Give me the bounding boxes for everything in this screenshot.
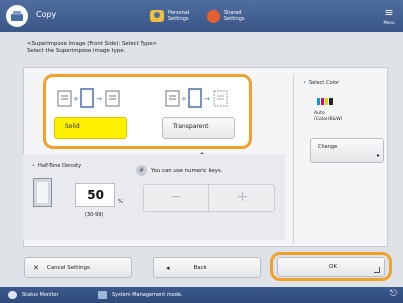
- back-label: Back: [193, 264, 207, 271]
- close-icon: ✕: [33, 263, 39, 272]
- personal-settings-label: Personal Settings: [168, 10, 190, 22]
- solid-button[interactable]: Solid: [54, 117, 127, 139]
- status-bar: Status Monitor System Management mode. ⎋: [0, 287, 403, 303]
- density-value-field[interactable]: 50: [75, 183, 115, 207]
- chevron-right-icon: ▸: [376, 152, 380, 159]
- menu-button[interactable]: ≡ Menu: [375, 0, 403, 32]
- color-mode-icon: [317, 98, 333, 105]
- change-color-label: Change: [318, 144, 338, 150]
- shared-settings-icon: [207, 9, 220, 23]
- select-color-label: Select Color: [303, 80, 339, 86]
- shared-settings-button[interactable]: Shared Settings: [207, 6, 246, 26]
- status-monitor-button[interactable]: Status Monitor: [8, 291, 59, 299]
- solid-diagram-icon: + →: [57, 88, 120, 108]
- svg-text:+: +: [181, 95, 187, 103]
- numeric-keys-hint: # You can use numeric keys.: [136, 165, 222, 176]
- transparent-type-option[interactable]: + → Transparent: [162, 83, 235, 141]
- numeric-keys-hint-text: You can use numeric keys.: [151, 167, 223, 174]
- ok-label: OK: [329, 264, 337, 270]
- personal-settings-icon: [150, 10, 164, 22]
- logout-icon[interactable]: ⎋: [390, 289, 397, 299]
- system-mode-indicator: System Management mode.: [98, 291, 183, 299]
- select-color-section: Select Color Auto (Color/B&W) Change ▸: [293, 74, 385, 244]
- menu-label: Menu: [383, 19, 395, 25]
- status-monitor-icon: [8, 291, 17, 299]
- halftone-density-section: Half-Tone Density 50 % (30-99) # You can…: [23, 154, 285, 240]
- back-button[interactable]: ◂ Back: [153, 257, 261, 278]
- change-color-button[interactable]: Change ▸: [310, 138, 384, 163]
- keypad-icon: #: [136, 165, 147, 176]
- transparent-diagram-icon: + →: [165, 88, 228, 108]
- svg-text:→: →: [96, 95, 102, 103]
- system-mode-label: System Management mode.: [112, 292, 183, 298]
- app-title: Copy: [36, 10, 57, 19]
- ok-button[interactable]: OK: [277, 257, 385, 277]
- density-range: (30-99): [85, 212, 104, 218]
- corner-mark-icon: [374, 267, 380, 273]
- personal-settings-button[interactable]: Personal Settings: [150, 6, 192, 26]
- ok-highlight: OK: [270, 252, 392, 281]
- instruction-title: <Superimpose Image (Front Side): Select …: [27, 41, 158, 47]
- svg-text:+: +: [73, 95, 79, 103]
- solid-type-option[interactable]: + → Solid: [54, 83, 127, 141]
- status-monitor-label: Status Monitor: [22, 292, 59, 298]
- instruction-text: <Superimpose Image (Front Side): Select …: [27, 41, 157, 55]
- superimpose-type-group: + → Solid + → Transparent: [43, 74, 252, 149]
- cancel-settings-label: Cancel Settings: [46, 264, 90, 271]
- halftone-density-label: Half-Tone Density: [32, 163, 81, 169]
- svg-text:→: →: [204, 95, 210, 103]
- cancel-settings-button[interactable]: ✕ Cancel Settings: [24, 257, 132, 278]
- document-icon: [33, 178, 52, 207]
- transparent-button[interactable]: Transparent: [162, 117, 235, 139]
- density-stepper: − +: [143, 184, 275, 212]
- back-arrow-icon: ◂: [166, 263, 170, 272]
- menu-icon: ≡: [384, 5, 394, 19]
- shared-settings-label: Shared Settings: [224, 10, 245, 22]
- instruction-subtitle: Select the Superimpose image type.: [27, 48, 126, 54]
- density-unit: %: [118, 199, 123, 205]
- select-color-value: Auto (Color/B&W): [314, 111, 343, 122]
- increase-button[interactable]: +: [210, 185, 275, 211]
- system-management-icon: [98, 291, 107, 299]
- copy-icon: [6, 5, 28, 27]
- top-bar: Copy Personal Settings Shared Settings ≡…: [0, 0, 403, 32]
- decrease-button[interactable]: −: [144, 185, 209, 211]
